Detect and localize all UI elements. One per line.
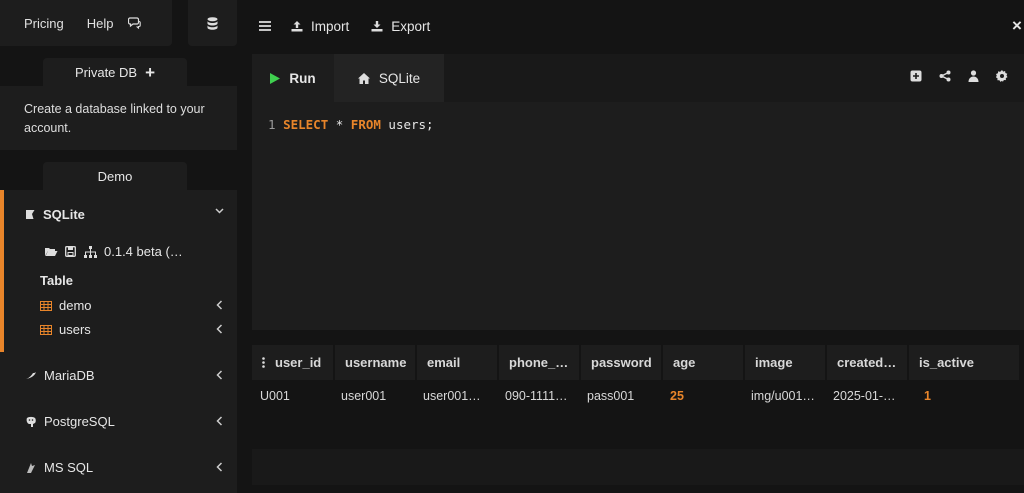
sqlite-label: SQLite — [43, 207, 85, 222]
add-icon[interactable]: + — [145, 64, 155, 81]
line-number: 1 — [268, 117, 276, 132]
help-link[interactable]: Help — [87, 16, 114, 31]
table-heading: Table — [40, 273, 73, 288]
chevron-left-icon[interactable] — [216, 300, 223, 310]
cell-is_active[interactable]: 1 — [909, 380, 1019, 412]
tab-label: SQLite — [378, 70, 421, 86]
chevron-left-icon[interactable] — [216, 370, 223, 380]
column-header-phone[interactable]: phone_… — [499, 345, 579, 380]
demo-label: Demo — [97, 168, 133, 184]
export-button[interactable]: Export — [371, 19, 430, 34]
column-header-created[interactable]: created… — [827, 345, 907, 380]
download-icon — [371, 20, 383, 32]
create-database-box[interactable]: Create a database linked to your account… — [0, 86, 237, 150]
chevron-left-icon[interactable] — [216, 416, 223, 426]
column-header-image[interactable]: image — [745, 345, 825, 380]
column-header-is_active[interactable]: is_active — [909, 345, 1019, 380]
version-label: 0.1.4 beta (… — [104, 244, 183, 259]
sitemap-icon[interactable] — [84, 245, 97, 258]
sidebar-item-mssql[interactable]: MS SQL — [25, 460, 93, 475]
column-header-email[interactable]: email — [417, 345, 497, 380]
run-label: Run — [289, 70, 316, 86]
database-list — [0, 190, 237, 493]
postgresql-icon — [25, 416, 37, 428]
database-button[interactable] — [188, 0, 237, 46]
chat-icon[interactable] — [127, 17, 141, 29]
table-icon — [40, 324, 52, 335]
sqlite-icon — [25, 209, 36, 220]
sql-keyword: FROM — [350, 117, 381, 132]
sqlite-toolbar: 0.1.4 beta (… — [44, 244, 183, 259]
cell-image[interactable]: img/u001… — [745, 380, 825, 412]
folder-open-icon[interactable] — [44, 246, 58, 257]
home-icon — [357, 72, 370, 84]
table-label: users — [59, 322, 91, 337]
save-icon[interactable] — [65, 246, 76, 257]
cell-age[interactable]: 25 — [663, 380, 743, 412]
chevron-left-icon[interactable] — [216, 324, 223, 334]
column-header-username[interactable]: username — [335, 345, 415, 380]
export-label: Export — [391, 18, 431, 34]
upload-icon — [291, 20, 303, 32]
main-toolbar: Import Export — [237, 0, 1024, 52]
sql-text: users; — [380, 117, 434, 132]
column-menu-icon[interactable] — [262, 357, 265, 368]
create-database-text: Create a database linked to your account… — [24, 102, 205, 135]
cell-created[interactable]: 2025-01-… — [827, 380, 907, 412]
table-icon — [40, 300, 52, 311]
menu-icon[interactable] — [259, 21, 271, 31]
cell-username[interactable]: user001 — [335, 380, 415, 412]
table-item-users[interactable]: users — [40, 322, 91, 337]
results-header: user_id username email phone_… password … — [252, 345, 1024, 380]
private-db-tab[interactable]: Private DB + — [43, 58, 187, 86]
column-header-password[interactable]: password — [581, 345, 661, 380]
column-header-user_id[interactable]: user_id — [252, 345, 333, 380]
top-nav: Pricing Help — [0, 0, 172, 46]
import-button[interactable]: Import — [291, 19, 349, 34]
cell-phone[interactable]: 090-1111… — [499, 380, 579, 412]
sql-keyword: SELECT — [283, 117, 329, 132]
sidebar-item-mariadb[interactable]: MariaDB — [25, 368, 95, 383]
results-footer — [252, 449, 1024, 485]
mssql-label: MS SQL — [44, 460, 94, 475]
chevron-left-icon[interactable] — [216, 462, 223, 472]
mariadb-label: MariaDB — [44, 368, 95, 383]
tab-sqlite[interactable]: SQLite — [334, 54, 444, 102]
user-icon[interactable] — [968, 70, 979, 82]
cell-password[interactable]: pass001 — [581, 380, 661, 412]
cell-user_id[interactable]: U001 — [252, 380, 333, 412]
pricing-link[interactable]: Pricing — [24, 16, 64, 31]
column-header-age[interactable]: age — [663, 345, 743, 380]
mariadb-icon — [25, 371, 37, 380]
sidebar-item-sqlite[interactable]: SQLite — [25, 207, 85, 222]
settings-icon[interactable] — [996, 70, 1008, 82]
sql-text: * — [328, 117, 351, 132]
sql-code-line[interactable]: 1 SELECT * FROM users; — [268, 117, 434, 132]
run-button[interactable]: Run — [252, 54, 334, 102]
table-label: demo — [59, 298, 92, 313]
table-item-demo[interactable]: demo — [40, 298, 92, 313]
sidebar-item-postgresql[interactable]: PostgreSQL — [25, 414, 115, 429]
close-icon[interactable]: × — [1012, 16, 1022, 36]
active-indicator — [0, 190, 4, 352]
import-label: Import — [311, 18, 350, 34]
mssql-icon — [25, 462, 37, 474]
cell-email[interactable]: user001… — [417, 380, 497, 412]
play-icon — [270, 72, 281, 84]
demo-tab[interactable]: Demo — [43, 162, 187, 190]
table-row[interactable]: U001 user001 user001… 090-1111… pass001 … — [252, 380, 1024, 412]
database-icon — [207, 16, 218, 30]
private-db-label: Private DB — [74, 64, 138, 80]
share-icon[interactable] — [939, 70, 951, 82]
add-tab-icon[interactable] — [910, 70, 922, 82]
postgresql-label: PostgreSQL — [44, 414, 115, 429]
chevron-down-icon[interactable] — [215, 206, 224, 215]
